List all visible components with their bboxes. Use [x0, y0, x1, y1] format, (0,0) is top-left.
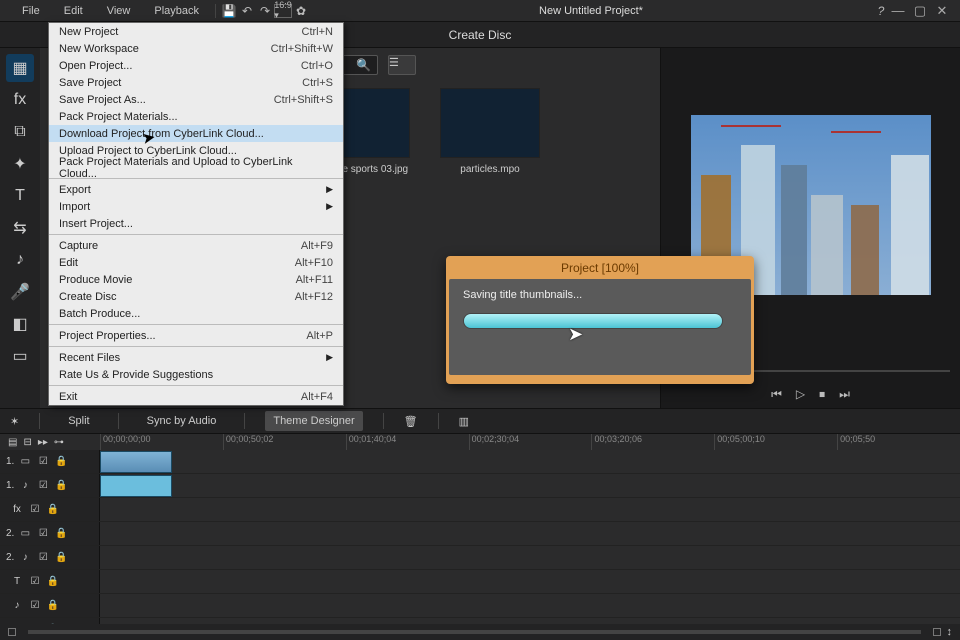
pip-room-icon[interactable]: ⧉	[6, 118, 34, 146]
menu-item[interactable]: Export▶	[49, 181, 343, 198]
subtitle-room-icon[interactable]: ▭	[6, 342, 34, 370]
ruler-tick: 00;05;50	[837, 434, 960, 450]
dialog-title: Project [100%]	[449, 259, 751, 279]
marker-icon[interactable]: ▸▸	[38, 437, 48, 448]
side-toolbar: ▦ fx ⧉ ✦ T ⇆ ♪ 🎤 ◧ ▭	[0, 48, 40, 408]
menu-item[interactable]: CaptureAlt+F9	[49, 237, 343, 254]
theme-designer-button[interactable]: Theme Designer	[265, 411, 362, 431]
progress-bar	[463, 313, 723, 329]
redo-icon[interactable]: ↷	[256, 0, 274, 22]
project-title: New Untitled Project*	[310, 5, 872, 17]
ratio-icon[interactable]: 16:9 ▾	[274, 4, 292, 18]
track-view-icon[interactable]: ▤	[8, 437, 17, 448]
library-thumb[interactable]: particles.mpo	[440, 88, 540, 175]
undo-icon[interactable]: ↶	[238, 0, 256, 22]
title-room-icon[interactable]: T	[6, 182, 34, 210]
menu-bar: File Edit View Playback 💾 ↶ ↷ 16:9 ▾ ✿ N…	[0, 0, 960, 22]
audio-room-icon[interactable]: ♪	[6, 246, 34, 274]
split-button[interactable]: Split	[60, 415, 97, 427]
progress-dialog: Project [100%] Saving title thumbnails..…	[446, 256, 754, 384]
timeline-toolbar: ✶ Split Sync by Audio Theme Designer 🗑 ▥	[0, 408, 960, 434]
menu-edit[interactable]: Edit	[52, 0, 95, 22]
timeline-track[interactable]: 2.♪☑🔒	[0, 546, 960, 570]
menu-item[interactable]: Batch Produce...	[49, 305, 343, 322]
help-icon[interactable]: ?	[872, 0, 890, 22]
maximize-button[interactable]: ▢	[912, 3, 928, 19]
close-button[interactable]: ✕	[934, 3, 950, 19]
ruler-tick: 00;00;00;00	[100, 434, 223, 450]
ruler-tick: 00;01;40;04	[346, 434, 469, 450]
menu-item[interactable]: Import▶	[49, 198, 343, 215]
menu-playback[interactable]: Playback	[142, 0, 211, 22]
trash-icon[interactable]: 🗑	[404, 415, 418, 428]
menu-item[interactable]: EditAlt+F10	[49, 254, 343, 271]
menu-item[interactable]: Insert Project...	[49, 215, 343, 232]
next-button[interactable]: ⏭	[839, 387, 850, 402]
menu-item[interactable]: Pack Project Materials and Upload to Cyb…	[49, 159, 343, 176]
timeline-ruler[interactable]: ▤ ⊟ ▸▸ ⊶ 00;00;00;0000;00;50;0200;01;40;…	[0, 434, 960, 450]
timeline-track[interactable]: ♪☑🔒	[0, 594, 960, 618]
search-icon[interactable]: 🔍	[356, 58, 371, 72]
ruler-tick: 00;05;00;10	[714, 434, 837, 450]
menu-item[interactable]: Create DiscAlt+F12	[49, 288, 343, 305]
dialog-message: Saving title thumbnails...	[463, 289, 737, 301]
more-icon[interactable]: ▥	[459, 415, 469, 428]
play-button[interactable]: ▷	[796, 387, 805, 401]
save-icon[interactable]: 💾	[220, 0, 238, 22]
file-dropdown: New ProjectCtrl+NNew WorkspaceCtrl+Shift…	[48, 22, 344, 406]
timeline-track[interactable]: fx☑🔒	[0, 498, 960, 522]
menu-item[interactable]: Project Properties...Alt+P	[49, 327, 343, 344]
menu-item[interactable]: Download Project from CyberLink Cloud...	[49, 125, 343, 142]
link-icon[interactable]: ⊶	[54, 437, 64, 448]
menu-item[interactable]: Open Project...Ctrl+O	[49, 57, 343, 74]
settings-icon[interactable]: ✿	[292, 0, 310, 22]
timeline-track[interactable]: 1.▭☑🔒	[0, 450, 960, 474]
timeline-track[interactable]: 2.▭☑🔒	[0, 522, 960, 546]
timeline-tracks: 1.▭☑🔒1.♪☑🔒fx☑🔒2.▭☑🔒2.♪☑🔒T☑🔒♪☑🔒♪☑🔒	[0, 450, 960, 638]
zoom-in-icon[interactable]	[933, 628, 941, 636]
timeline-track[interactable]: 1.♪☑🔒	[0, 474, 960, 498]
library-menu-icon[interactable]: ☰	[388, 55, 416, 75]
minimize-button[interactable]: —	[890, 3, 906, 19]
prev-button[interactable]: ⏮	[771, 387, 782, 402]
ruler-tick: 00;02;30;04	[469, 434, 592, 450]
menu-item[interactable]: Produce MovieAlt+F11	[49, 271, 343, 288]
menu-file[interactable]: File	[10, 0, 52, 22]
menu-item[interactable]: Save Project As...Ctrl+Shift+S	[49, 91, 343, 108]
fx-room-icon[interactable]: fx	[6, 86, 34, 114]
menu-item[interactable]: New ProjectCtrl+N	[49, 23, 343, 40]
menu-item[interactable]: ExitAlt+F4	[49, 388, 343, 405]
menu-item[interactable]: Pack Project Materials...	[49, 108, 343, 125]
menu-item[interactable]: Save ProjectCtrl+S	[49, 74, 343, 91]
expand-icon[interactable]: ↕	[947, 626, 953, 638]
transition-room-icon[interactable]: ⇆	[6, 214, 34, 242]
menu-item[interactable]: New WorkspaceCtrl+Shift+W	[49, 40, 343, 57]
ruler-tick: 00;03;20;06	[591, 434, 714, 450]
zoom-bar: ↕	[0, 624, 960, 640]
magic-cut-icon[interactable]: ✶	[10, 415, 19, 428]
media-room-icon[interactable]: ▦	[6, 54, 34, 82]
timeline-track[interactable]: T☑🔒	[0, 570, 960, 594]
zoom-out-icon[interactable]	[8, 628, 16, 636]
stop-button[interactable]: ⏹	[819, 387, 825, 402]
chapter-room-icon[interactable]: ◧	[6, 310, 34, 338]
particle-room-icon[interactable]: ✦	[6, 150, 34, 178]
snap-icon[interactable]: ⊟	[23, 437, 31, 448]
zoom-slider[interactable]	[28, 630, 921, 634]
sync-audio-button[interactable]: Sync by Audio	[139, 415, 225, 427]
voice-room-icon[interactable]: 🎤	[6, 278, 34, 306]
divider	[215, 4, 216, 18]
menu-view[interactable]: View	[95, 0, 143, 22]
menu-item[interactable]: Recent Files▶	[49, 349, 343, 366]
menu-item[interactable]: Rate Us & Provide Suggestions	[49, 366, 343, 383]
thumb-caption: particles.mpo	[460, 164, 519, 175]
ruler-tick: 00;00;50;02	[223, 434, 346, 450]
